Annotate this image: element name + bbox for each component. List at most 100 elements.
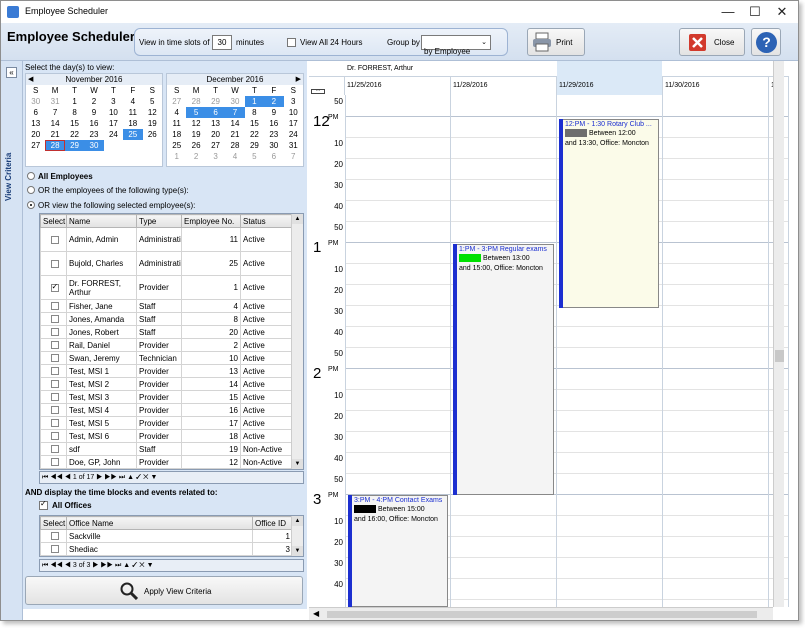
scroll-thumb[interactable] — [775, 350, 784, 362]
table-row[interactable]: Shediac 3 — [40, 542, 293, 556]
scroll-thumb[interactable] — [327, 611, 757, 618]
table-row[interactable]: Jones, Robert Staff 20 Active — [40, 325, 293, 339]
table-row[interactable]: Bujold, CharlesAdministration25Active — [40, 251, 293, 276]
calendar-day[interactable]: 24 — [284, 129, 303, 140]
event-contact-exams[interactable]: 3:PM - 4:PM Contact Exams Between 15:00 a… — [348, 495, 448, 607]
column-header[interactable]: Type — [136, 214, 182, 228]
row-checkbox[interactable] — [50, 393, 59, 402]
table-row[interactable]: Test, MSI 4 Provider 16 Active — [40, 403, 293, 417]
calendar-day[interactable]: 16 — [264, 118, 283, 129]
day-column[interactable] — [663, 95, 769, 607]
radio-all-employees[interactable] — [27, 172, 35, 180]
scroll-left-icon[interactable]: ◀ — [313, 609, 319, 618]
calendar-day[interactable]: 20 — [26, 129, 45, 140]
column-header[interactable]: Select — [40, 516, 67, 530]
view-all-checkbox[interactable] — [287, 38, 296, 47]
employee-scrollbar[interactable]: ▲ ▼ — [291, 214, 303, 469]
scroll-down-icon[interactable]: ▼ — [292, 546, 303, 556]
close-button[interactable]: Close — [679, 28, 745, 56]
calendar-day[interactable]: 27 — [206, 140, 225, 151]
select-cell[interactable] — [40, 542, 67, 556]
calendar-day[interactable]: 15 — [245, 118, 264, 129]
column-header[interactable]: Status — [240, 214, 293, 228]
calendar-day[interactable]: 23 — [264, 129, 283, 140]
calendar-day[interactable]: 26 — [186, 140, 205, 151]
table-row[interactable]: Admin, AdminAdministration11Active — [40, 227, 293, 252]
calendar-day[interactable]: 28 — [225, 140, 244, 151]
table-row[interactable]: Swan, Jeremy Technician 10 Active — [40, 351, 293, 365]
calendar-day[interactable]: 12 — [186, 118, 205, 129]
calendar-day[interactable]: 2 — [84, 96, 103, 107]
scroll-down-icon[interactable]: ▼ — [292, 459, 303, 469]
day-header[interactable]: 11/25/2016 — [345, 77, 451, 95]
column-header[interactable]: Employee No. — [181, 214, 241, 228]
row-checkbox[interactable] — [50, 315, 59, 324]
calendar-day[interactable]: 5 — [186, 107, 206, 118]
select-cell[interactable] — [40, 251, 67, 276]
row-checkbox[interactable] — [50, 235, 59, 244]
calendar-day[interactable]: 18 — [167, 129, 186, 140]
row-checkbox[interactable] — [50, 354, 59, 363]
row-checkbox[interactable] — [50, 380, 59, 389]
row-checkbox[interactable] — [50, 545, 59, 554]
calendar-day[interactable]: 10 — [104, 107, 123, 118]
table-row[interactable]: Test, MSI 5 Provider 17 Active — [40, 416, 293, 430]
time-slot-input[interactable]: 30 — [212, 35, 232, 50]
table-row[interactable]: sdf Staff 19 Non-Active — [40, 442, 293, 456]
row-checkbox[interactable] — [50, 328, 59, 337]
calendar-day[interactable]: 3 — [206, 151, 225, 162]
print-button[interactable]: Print — [527, 28, 585, 56]
select-cell[interactable] — [40, 429, 67, 443]
select-cell[interactable] — [40, 377, 67, 391]
calendar-day[interactable]: 6 — [26, 107, 45, 118]
table-row[interactable]: Test, MSI 6 Provider 18 Active — [40, 429, 293, 443]
select-cell[interactable] — [40, 455, 67, 469]
table-row[interactable]: Rail, Daniel Provider 2 Active — [40, 338, 293, 352]
calendar-day[interactable]: 8 — [65, 107, 84, 118]
calendar-day[interactable]: 1 — [167, 151, 186, 162]
calendar-day[interactable]: 1 — [244, 96, 265, 107]
event-regular-exams[interactable]: 1:PM - 3:PM Regular exams Between 13:00 a… — [453, 244, 554, 495]
event-rotary-club[interactable]: 12:PM - 1:30 Rotary Club ... Between 12:… — [559, 119, 659, 308]
calendar-day[interactable] — [123, 140, 142, 151]
calendar-day[interactable]: 11 — [123, 107, 142, 118]
calendar-day[interactable]: 30 — [225, 96, 244, 107]
column-header[interactable]: Office ID — [252, 516, 293, 530]
table-row[interactable]: Dr. FORREST, ArthurProvider1Active — [40, 275, 293, 300]
calendar-day[interactable]: 21 — [225, 129, 244, 140]
scroll-up-icon[interactable]: ▲ — [292, 214, 303, 224]
radio-employee-types[interactable] — [27, 186, 35, 194]
row-checkbox[interactable] — [50, 367, 59, 376]
select-cell[interactable] — [40, 312, 67, 326]
calendar-day[interactable]: 31 — [284, 140, 303, 151]
calendar-day[interactable]: 12 — [143, 107, 162, 118]
calendar-day[interactable]: 30 — [84, 140, 104, 151]
select-cell[interactable] — [40, 338, 67, 352]
calendar-day[interactable]: 29 — [245, 140, 264, 151]
calendar-day[interactable]: 13 — [206, 118, 225, 129]
calendar-day[interactable]: 23 — [84, 129, 103, 140]
table-row[interactable]: Test, MSI 2 Provider 14 Active — [40, 377, 293, 391]
calendar-day[interactable]: 26 — [143, 129, 162, 140]
row-checkbox[interactable] — [50, 282, 59, 292]
select-cell[interactable] — [40, 227, 67, 252]
calendar-day[interactable]: 31 — [45, 96, 64, 107]
calendar-day[interactable]: 17 — [284, 118, 303, 129]
office-navigator[interactable]: ⏮ ◀◀ ◀ 3 of 3 ▶ ▶▶ ⏭ ▲ ✓ ✕ ▼ — [39, 559, 304, 572]
calendar-day[interactable]: 9 — [264, 107, 283, 118]
radio-selected-employees[interactable] — [27, 201, 35, 209]
calendar-day[interactable]: 25 — [167, 140, 186, 151]
calendar-day[interactable]: 19 — [186, 129, 205, 140]
table-row[interactable]: Test, MSI 1 Provider 13 Active — [40, 364, 293, 378]
row-checkbox[interactable] — [50, 406, 59, 415]
day-header[interactable]: 11/29/2016 — [557, 77, 663, 95]
calendar-day[interactable]: 1 — [65, 96, 84, 107]
row-checkbox[interactable] — [50, 458, 59, 467]
select-cell[interactable] — [40, 529, 67, 543]
calendar-day[interactable]: 2 — [264, 96, 284, 107]
calendar-day[interactable]: 25 — [123, 129, 143, 140]
select-cell[interactable] — [40, 275, 67, 300]
day-header[interactable]: 11/28/2016 — [451, 77, 557, 95]
calendar-day[interactable]: 29 — [64, 140, 85, 151]
calendar-day[interactable]: 7 — [225, 107, 245, 118]
